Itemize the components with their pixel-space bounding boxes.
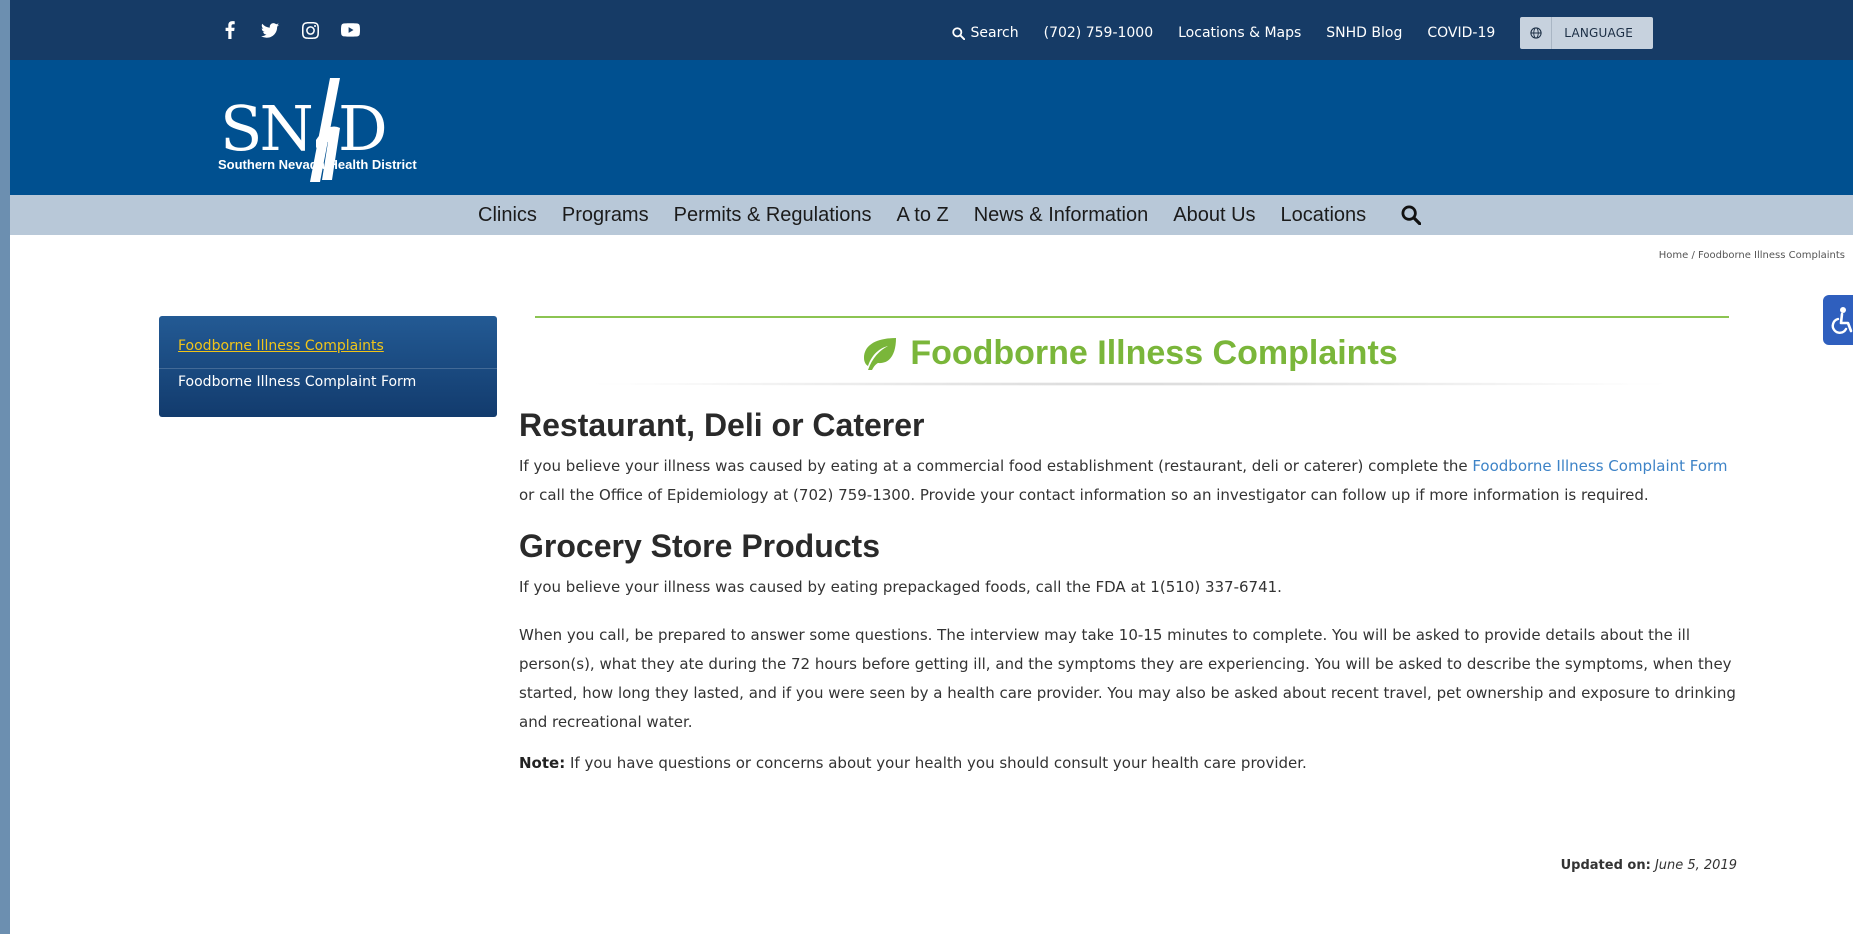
complaint-form-link[interactable]: Foodborne Illness Complaint Form: [1472, 457, 1727, 475]
restaurant-text-b: or call the Office of Epidemiology at (7…: [519, 486, 1649, 504]
updated-on: Updated on: June 5, 2019: [1561, 858, 1737, 873]
accessibility-button[interactable]: [1823, 295, 1853, 345]
note-label: Note:: [519, 754, 566, 772]
social-links: [220, 20, 360, 40]
sidebar-divider: [159, 368, 497, 369]
blog-link[interactable]: SNHD Blog: [1326, 25, 1402, 41]
nav-search-icon[interactable]: [1401, 205, 1422, 225]
logo-subtitle: Southern Nevada Health District: [218, 157, 417, 172]
interview-paragraph: When you call, be prepared to answer som…: [519, 626, 1736, 731]
nav-clinics[interactable]: Clinics: [478, 204, 537, 227]
page-title: Foodborne Illness Complaints: [519, 334, 1737, 373]
facebook-icon[interactable]: [220, 20, 240, 40]
restaurant-text-a: If you believe your illness was caused b…: [519, 457, 1473, 475]
nav-programs[interactable]: Programs: [562, 204, 649, 227]
instagram-icon[interactable]: [300, 20, 320, 40]
twitter-icon[interactable]: [260, 20, 280, 40]
covid-link[interactable]: COVID-19: [1427, 25, 1495, 41]
breadcrumb: Home / Foodborne Illness Complaints: [1659, 250, 1845, 261]
nav-permits-regulations[interactable]: Permits & Regulations: [674, 204, 872, 227]
top-search-link[interactable]: Search: [951, 25, 1019, 41]
updated-date: June 5, 2019: [1654, 858, 1737, 873]
updated-label: Updated on:: [1560, 858, 1651, 873]
breadcrumb-separator: /: [1691, 250, 1695, 261]
title-shadow-rule: [579, 382, 1679, 386]
locations-maps-link[interactable]: Locations & Maps: [1178, 25, 1301, 41]
note-paragraph: Note: If you have questions or concerns …: [519, 749, 1737, 778]
sidebar-item-complaint-form[interactable]: Foodborne Illness Complaint Form: [178, 374, 416, 390]
svg-text:SN: SN: [220, 92, 311, 165]
main-navigation: Clinics Programs Permits & Regulations A…: [10, 195, 1853, 235]
breadcrumb-home[interactable]: Home: [1659, 250, 1689, 261]
sidebar-item-complaints[interactable]: Foodborne Illness Complaints: [178, 338, 384, 354]
youtube-icon[interactable]: [340, 20, 360, 40]
logo-mark: SN D Southern Nevada Health District: [218, 78, 417, 182]
grocery-paragraph: If you believe your illness was caused b…: [519, 578, 1282, 596]
page-title-text: Foodborne Illness Complaints: [910, 334, 1398, 372]
nav-about-us[interactable]: About Us: [1173, 204, 1255, 227]
svg-text:D: D: [338, 92, 388, 165]
language-label: LANGUAGE: [1564, 26, 1633, 40]
nav-locations[interactable]: Locations: [1281, 204, 1367, 227]
utility-links: Search (702) 759-1000 Locations & Maps S…: [951, 17, 1653, 49]
section-heading-restaurant: Restaurant, Deli or Caterer: [519, 407, 925, 443]
accessibility-icon: [1831, 307, 1853, 334]
top-utility-bar: Search (702) 759-1000 Locations & Maps S…: [10, 0, 1853, 60]
leaf-icon: [864, 337, 897, 370]
note-text: If you have questions or concerns about …: [565, 754, 1307, 772]
nav-news-information[interactable]: News & Information: [974, 204, 1149, 227]
restaurant-paragraph: If you believe your illness was caused b…: [519, 452, 1737, 510]
phone-link[interactable]: (702) 759-1000: [1044, 25, 1154, 41]
language-selector[interactable]: LANGUAGE: [1520, 17, 1653, 49]
breadcrumb-current: Foodborne Illness Complaints: [1698, 250, 1845, 261]
snhd-logo[interactable]: SN D Southern Nevada Health District: [218, 70, 428, 188]
search-icon: [951, 26, 965, 40]
globe-icon: [1520, 17, 1553, 49]
title-top-rule: [535, 316, 1729, 318]
header-logo-band: SN D Southern Nevada Health District: [10, 60, 1853, 195]
section-heading-grocery: Grocery Store Products: [519, 528, 880, 564]
nav-a-to-z[interactable]: A to Z: [896, 204, 948, 227]
sidebar-menu: Foodborne Illness Complaints Foodborne I…: [159, 316, 497, 417]
search-label: Search: [970, 25, 1019, 41]
page-frame: Search (702) 759-1000 Locations & Maps S…: [10, 0, 1853, 934]
